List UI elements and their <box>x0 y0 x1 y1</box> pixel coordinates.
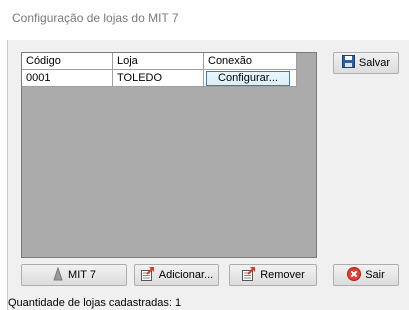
adicionar-label: Adicionar... <box>158 269 214 281</box>
remover-button[interactable]: Remover <box>229 264 317 286</box>
mit-button[interactable]: MIT 7 <box>21 264 127 286</box>
remover-label: Remover <box>260 269 305 281</box>
title-bar: Configuração de lojas do MIT 7 <box>0 0 409 40</box>
sair-button[interactable]: Sair <box>333 264 399 286</box>
salvar-label: Salvar <box>358 57 391 69</box>
salvar-button[interactable]: Salvar <box>333 52 399 74</box>
adicionar-button[interactable]: Adicionar... <box>134 264 219 286</box>
add-document-icon <box>140 266 155 284</box>
cell-loja[interactable]: TOLEDO <box>112 69 204 87</box>
column-header-loja[interactable]: Loja <box>112 53 204 70</box>
sair-label: Sair <box>365 269 385 281</box>
cell-conexao: Configurar... <box>203 69 297 87</box>
stores-grid[interactable]: Código Loja Conexão 0001 TOLEDO Configur… <box>21 52 317 258</box>
table-row[interactable]: 0001 TOLEDO Configurar... <box>22 69 297 87</box>
stores-table: Código Loja Conexão 0001 TOLEDO Configur… <box>22 53 297 87</box>
window-title: Configuração de lojas do MIT 7 <box>12 11 179 25</box>
status-text: Quantidade de lojas cadastradas: 1 <box>8 297 182 309</box>
table-header-row: Código Loja Conexão <box>22 53 297 70</box>
floppy-disk-icon <box>341 55 355 71</box>
column-header-conexao[interactable]: Conexão <box>203 53 297 70</box>
red-x-circle-icon <box>347 266 362 284</box>
mit-label: MIT 7 <box>68 269 96 281</box>
cell-codigo[interactable]: 0001 <box>22 69 113 87</box>
configurar-button[interactable]: Configurar... <box>206 70 290 86</box>
remove-document-icon <box>241 266 256 284</box>
column-header-codigo[interactable]: Código <box>22 53 113 70</box>
mit-gray-icon <box>52 265 64 284</box>
